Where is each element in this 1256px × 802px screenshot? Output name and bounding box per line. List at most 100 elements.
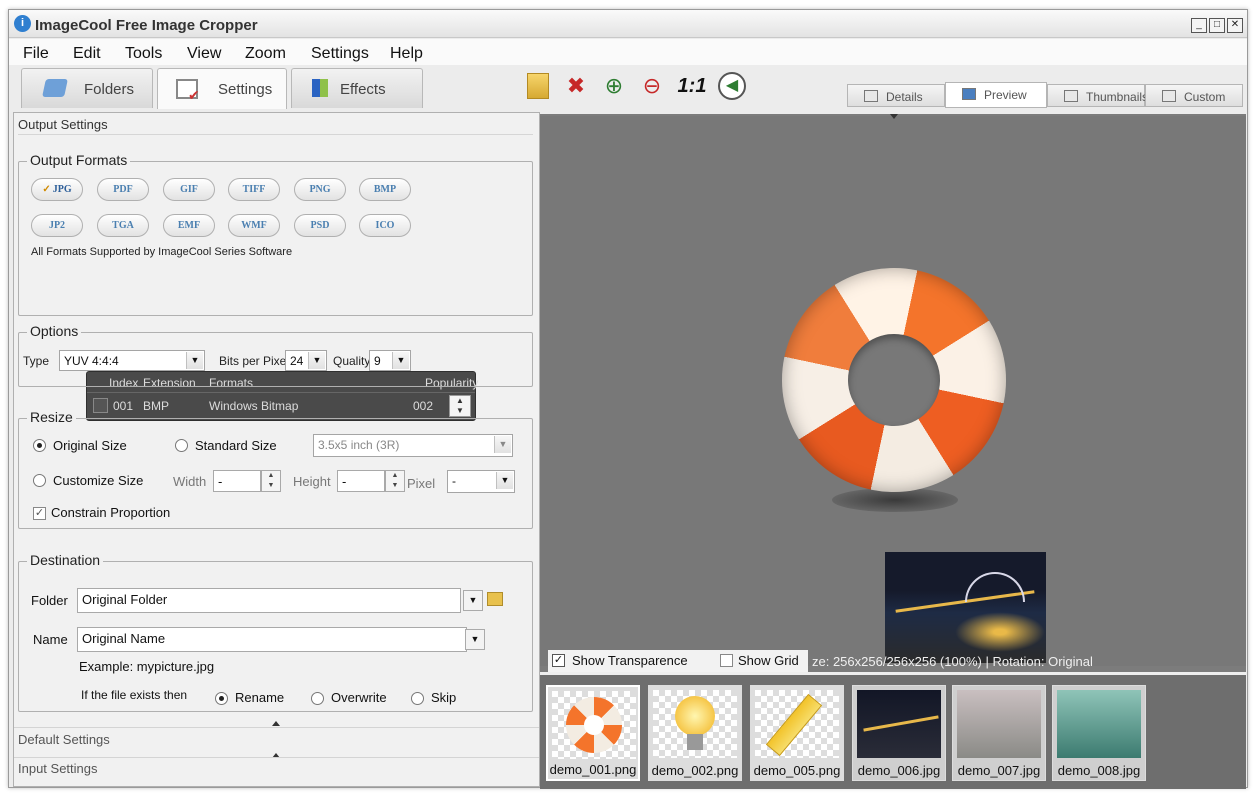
menu-help[interactable]: Help (390, 45, 423, 63)
width-input[interactable]: - (213, 470, 261, 492)
settings-panel: Output Settings Output Formats ✓ JPG PDF … (13, 112, 540, 787)
preview-icon (962, 88, 976, 100)
effects-icon (312, 79, 328, 97)
custom-icon (1162, 90, 1176, 102)
unit-select[interactable]: - ▼ (447, 470, 515, 493)
format-emf[interactable]: EMF (163, 214, 215, 237)
format-bmp[interactable]: BMP (359, 178, 411, 201)
standard-size-select[interactable]: 3.5x5 inch (3R) ▼ (313, 434, 513, 457)
menu-bar: File Edit Tools View Zoom Settings Help (9, 39, 1247, 65)
format-jpg[interactable]: ✓ JPG (31, 178, 83, 201)
browse-folder-icon[interactable] (487, 592, 503, 606)
tab-effects[interactable]: Effects (291, 68, 423, 108)
preview-canvas[interactable]: ✓ Show Transparence Show Grid ze: 256x25… (540, 114, 1246, 672)
chevron-down-icon: ▼ (468, 595, 478, 605)
zoom-in-button[interactable]: ⊕ (599, 71, 629, 101)
folder-dropdown-button[interactable]: ▼ (463, 590, 483, 611)
format-ico[interactable]: ICO (359, 214, 411, 237)
actual-size-button[interactable]: 1:1 (677, 71, 707, 101)
name-input[interactable]: Original Name (77, 627, 467, 652)
quality-select[interactable]: 9 ▼ (369, 350, 411, 371)
original-size-radio[interactable] (33, 439, 46, 452)
remove-image-button[interactable]: ✖ (561, 71, 591, 101)
chevron-down-icon: ▼ (392, 352, 409, 369)
folder-icon (42, 79, 68, 97)
thumbnail-item[interactable]: demo_008.jpg (1052, 685, 1146, 781)
format-jp2[interactable]: JP2 (31, 214, 83, 237)
thumbnail-item[interactable]: demo_002.png (648, 685, 742, 781)
zoom-out-button[interactable]: ⊖ (637, 71, 667, 101)
tab-details[interactable]: Details (847, 84, 945, 107)
thumbnail-item[interactable]: demo_006.jpg (852, 685, 946, 781)
close-button[interactable]: ✕ (1227, 18, 1243, 33)
popularity-spinner[interactable]: ▲ ▼ (449, 395, 471, 417)
thumbnail-item[interactable]: demo_007.jpg (952, 685, 1046, 781)
back-button[interactable]: ◀ (717, 71, 747, 101)
type-select[interactable]: YUV 4:4:4 ▼ (59, 350, 205, 371)
input-settings-header[interactable]: Input Settings (18, 761, 98, 776)
thumbnails-icon (1064, 90, 1078, 102)
format-tga[interactable]: TGA (97, 214, 149, 237)
menu-settings[interactable]: Settings (311, 45, 369, 63)
constrain-checkbox[interactable]: ✓ (33, 507, 46, 520)
format-wmf[interactable]: WMF (228, 214, 280, 237)
zoom-out-icon: ⊖ (642, 73, 662, 98)
add-image-button[interactable] (523, 71, 553, 101)
maximize-button[interactable]: □ (1209, 18, 1225, 33)
tab-settings[interactable]: ✔ Settings (157, 68, 287, 109)
standard-size-radio[interactable] (175, 439, 188, 452)
show-transparence-checkbox[interactable]: ✓ (552, 654, 565, 667)
menu-zoom[interactable]: Zoom (245, 45, 286, 63)
output-settings-header[interactable]: Output Settings (18, 117, 108, 132)
resize-group: Resize Original Size Standard Size 3.5x5… (18, 409, 533, 529)
app-icon: i (14, 15, 31, 32)
check-icon: ✓ (42, 184, 51, 195)
thumbnail-item[interactable]: demo_005.png (750, 685, 844, 781)
title-bar: i ImageCool Free Image Cropper _ □ ✕ (9, 10, 1247, 38)
collapse-arrow-icon[interactable] (890, 114, 898, 119)
collapse-arrow-icon[interactable] (272, 721, 280, 726)
preview-options-bar: ✓ Show Transparence Show Grid (548, 650, 808, 672)
menu-file[interactable]: File (23, 45, 49, 63)
destination-group: Destination Folder Original Folder ▼ Nam… (18, 552, 533, 712)
minimize-button[interactable]: _ (1191, 18, 1207, 33)
customize-size-radio[interactable] (33, 474, 46, 487)
menu-view[interactable]: View (187, 45, 221, 63)
tab-folders[interactable]: Folders (21, 68, 153, 108)
format-tiff[interactable]: TIFF (228, 178, 280, 201)
options-group: Options Type YUV 4:4:4 ▼ Bits per Pixel 2… (18, 323, 533, 387)
folder-input[interactable]: Original Folder (77, 588, 461, 613)
example-text: Example: mypicture.jpg (79, 659, 215, 674)
show-grid-checkbox[interactable] (720, 654, 733, 667)
thumbnail-item[interactable]: demo_001.png (546, 685, 640, 781)
row-checkbox[interactable] (93, 398, 108, 413)
window-title: ImageCool Free Image Cropper (35, 17, 258, 34)
table-row[interactable]: 001 BMP Windows Bitmap 002 ▲ ▼ (87, 393, 475, 420)
menu-edit[interactable]: Edit (73, 45, 101, 63)
delete-icon: ✖ (566, 73, 586, 98)
height-spinner[interactable]: ▲ ▼ (385, 470, 405, 492)
chevron-down-icon: ▼ (308, 352, 325, 369)
format-png[interactable]: PNG (294, 178, 346, 201)
name-dropdown-button[interactable]: ▼ (465, 629, 485, 650)
tab-custom[interactable]: Custom (1145, 84, 1243, 107)
menu-tools[interactable]: Tools (125, 45, 162, 63)
tab-thumbnails[interactable]: Thumbnails (1047, 84, 1148, 107)
format-pdf[interactable]: PDF (97, 178, 149, 201)
chevron-down-icon: ▼ (494, 436, 511, 453)
navigator-thumbnail[interactable] (885, 552, 1046, 663)
format-psd[interactable]: PSD (294, 214, 346, 237)
height-input[interactable]: - (337, 470, 385, 492)
overwrite-radio[interactable] (311, 692, 324, 705)
output-formats-group: Output Formats ✓ JPG PDF GIF TIFF PNG BMP… (18, 152, 533, 316)
bpp-select[interactable]: 24 ▼ (285, 350, 327, 371)
tab-preview[interactable]: Preview (945, 82, 1047, 108)
rename-radio[interactable] (215, 692, 228, 705)
preview-panel: ✓ Show Transparence Show Grid ze: 256x25… (540, 114, 1246, 789)
width-spinner[interactable]: ▲ ▼ (261, 470, 281, 492)
skip-radio[interactable] (411, 692, 424, 705)
chevron-down-icon: ▼ (496, 472, 513, 489)
format-gif[interactable]: GIF (163, 178, 215, 201)
thumbnail-strip: demo_001.png demo_002.png demo_005.png d… (540, 672, 1246, 789)
default-settings-header[interactable]: Default Settings (18, 732, 110, 747)
